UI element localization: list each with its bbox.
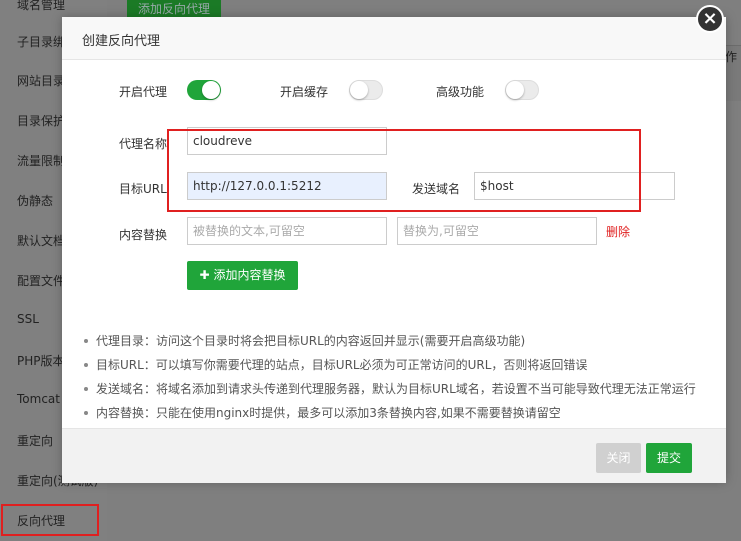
sidebar-item-config[interactable]: 配置文件 [17, 272, 65, 289]
sidebar-item-site-dir[interactable]: 网站目录 [17, 72, 65, 89]
proxy-name-label: 代理名称 [119, 137, 168, 151]
sidebar-item-redirect[interactable]: 重定向 [17, 432, 53, 449]
plus-icon: ✚ [199, 268, 210, 282]
toggle-knob [350, 81, 368, 99]
sidebar-item-rewrite[interactable]: 伪静态 [17, 192, 53, 209]
cache-toggle[interactable] [349, 80, 383, 100]
add-content-replace-label: 添加内容替换 [213, 268, 286, 282]
content-replace-label: 内容替换 [119, 228, 168, 242]
close-icon[interactable]: × [696, 5, 724, 33]
proxy-toggle-label: 开启代理 [119, 85, 168, 99]
help-notes: 代理目录：访问这个目录时将会把目标URL的内容返回并显示(需要开启高级功能) 目… [82, 329, 722, 425]
delete-replace-link[interactable]: 删除 [606, 223, 630, 240]
replace-from-input[interactable]: 被替换的文本,可留空 [187, 217, 387, 245]
toggle-knob [202, 81, 220, 99]
advanced-toggle[interactable] [505, 80, 539, 100]
submit-button[interactable]: 提交 [646, 443, 692, 473]
sidebar-item-ssl[interactable]: SSL [17, 312, 39, 326]
help-note: 内容替换：只能在使用nginx时提供，最多可以添加3条替换内容,如果不需要替换请… [82, 401, 722, 425]
target-url-label: 目标URL [119, 182, 167, 196]
help-note: 目标URL：可以填写你需要代理的站点，目标URL必须为可正常访问的URL，否则将… [82, 353, 722, 377]
sidebar-item-php[interactable]: PHP版本 [17, 352, 65, 369]
sidebar-item-traffic[interactable]: 流量限制 [17, 152, 65, 169]
dialog-footer: 关闭 提交 [62, 428, 726, 483]
cache-toggle-label: 开启缓存 [280, 85, 329, 99]
add-reverse-proxy-button[interactable]: 添加反向代理 [127, 0, 221, 18]
dialog-header: 创建反向代理 [62, 17, 726, 60]
close-button[interactable]: 关闭 [596, 443, 641, 473]
help-note: 代理目录：访问这个目录时将会把目标URL的内容返回并显示(需要开启高级功能) [82, 329, 722, 353]
sidebar-active-highlight [1, 504, 99, 536]
sidebar-item-tomcat[interactable]: Tomcat [17, 392, 60, 406]
replace-to-input[interactable]: 替换为,可留空 [397, 217, 597, 245]
advanced-toggle-label: 高级功能 [436, 85, 485, 99]
dialog-title: 创建反向代理 [82, 34, 161, 49]
highlight-box [167, 129, 641, 212]
sidebar-item-dir-protect[interactable]: 目录保护 [17, 112, 65, 129]
sidebar-item-domain[interactable]: 域名管理 [17, 0, 65, 13]
toggle-knob [506, 81, 524, 99]
add-content-replace-button[interactable]: ✚ 添加内容替换 [187, 261, 298, 290]
create-reverse-proxy-dialog: 创建反向代理 开启代理 开启缓存 高级功能 代理名称 cloudreve 目标U… [62, 17, 726, 483]
help-note: 发送域名：将域名添加到请求头传递到代理服务器，默认为目标URL域名，若设置不当可… [82, 377, 722, 401]
sidebar-item-default-doc[interactable]: 默认文档 [17, 232, 65, 249]
proxy-toggle[interactable] [187, 80, 221, 100]
